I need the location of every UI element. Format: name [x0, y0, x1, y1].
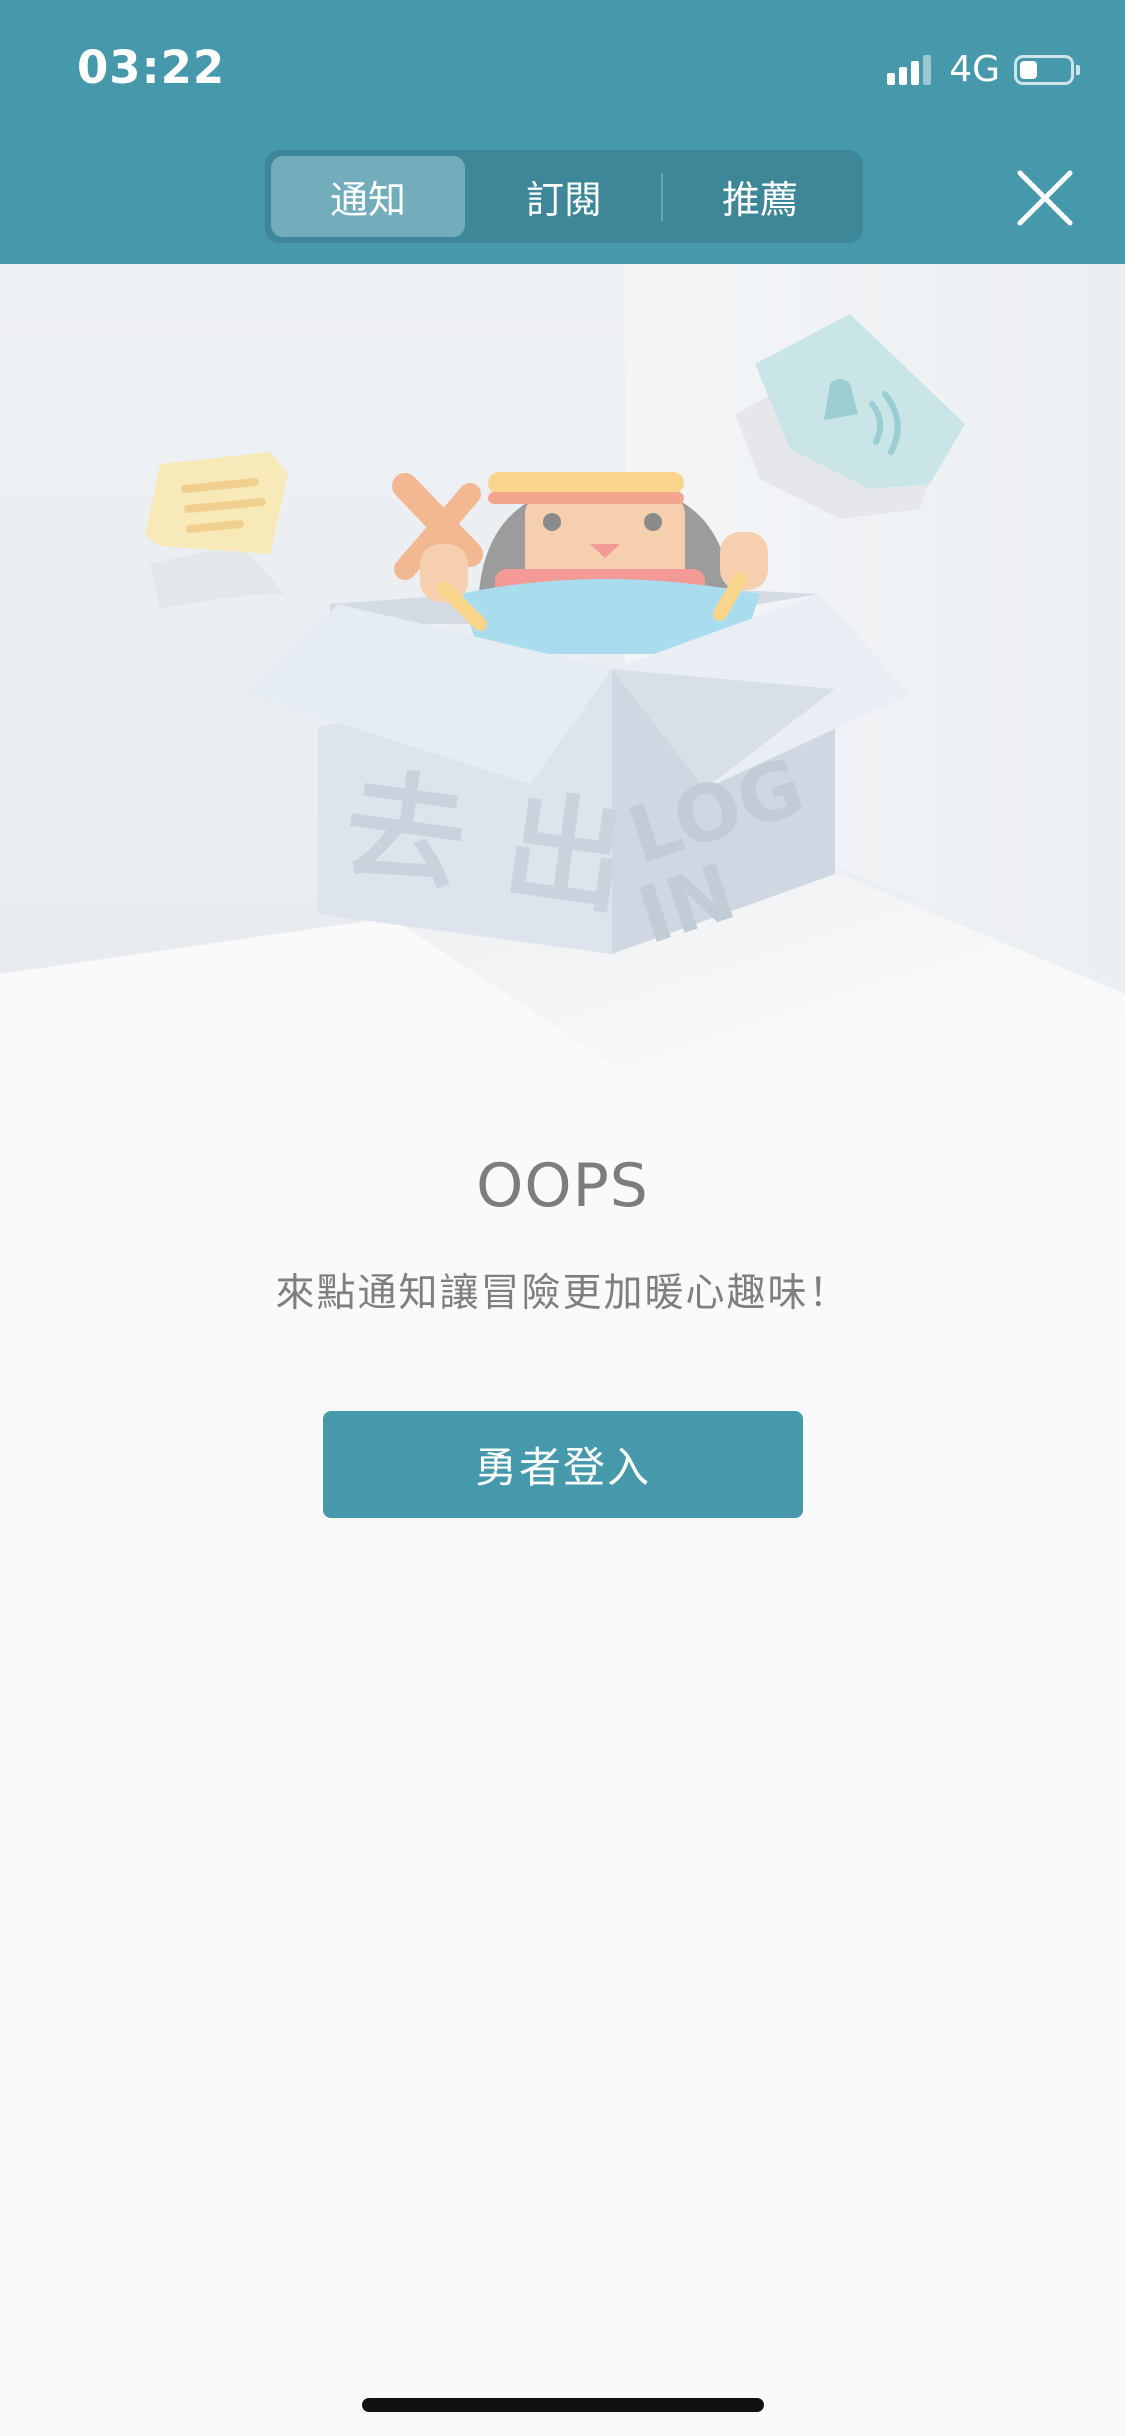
- status-time: 03:22: [77, 41, 226, 94]
- header: 03:22 4G 通知 訂閱 推薦: [0, 0, 1125, 264]
- empty-state-illustration: 去 出 LOG IN: [0, 264, 1125, 1124]
- tab-notifications[interactable]: 通知: [271, 156, 465, 237]
- close-icon: [1017, 170, 1073, 226]
- close-button[interactable]: [1012, 165, 1078, 231]
- battery-cap: [1076, 65, 1080, 75]
- tab-recommended-label: 推薦: [721, 178, 798, 222]
- hero-login-button[interactable]: 勇者登入: [323, 1411, 803, 1518]
- empty-state-message: 來點通知讓冒險更加暖心趣味！: [275, 1271, 850, 1316]
- network-type: 4G: [949, 49, 1000, 90]
- tab-subscriptions-label: 訂閱: [525, 178, 602, 222]
- tab-subscriptions[interactable]: 訂閱: [467, 156, 661, 237]
- tab-notifications-label: 通知: [329, 178, 406, 222]
- empty-state-title: OOPS: [476, 1151, 649, 1221]
- segmented-tabs: 通知 訂閱 推薦: [265, 150, 863, 243]
- notifications-screen: 03:22 4G 通知 訂閱 推薦 去 出 LOG IN OOPS 來點通知讓冒…: [0, 0, 1125, 2436]
- signal-icon: [883, 55, 932, 85]
- tab-recommended[interactable]: 推薦: [663, 156, 857, 237]
- note-paper-icon: [145, 452, 288, 609]
- battery-level: [1020, 61, 1037, 79]
- status-indicators: 4G: [883, 48, 1080, 92]
- battery-icon: [1014, 55, 1074, 85]
- home-indicator[interactable]: [362, 2398, 764, 2412]
- hero-login-label: 勇者登入: [474, 1443, 651, 1492]
- room-scene: 去 出 LOG IN: [0, 264, 1125, 1124]
